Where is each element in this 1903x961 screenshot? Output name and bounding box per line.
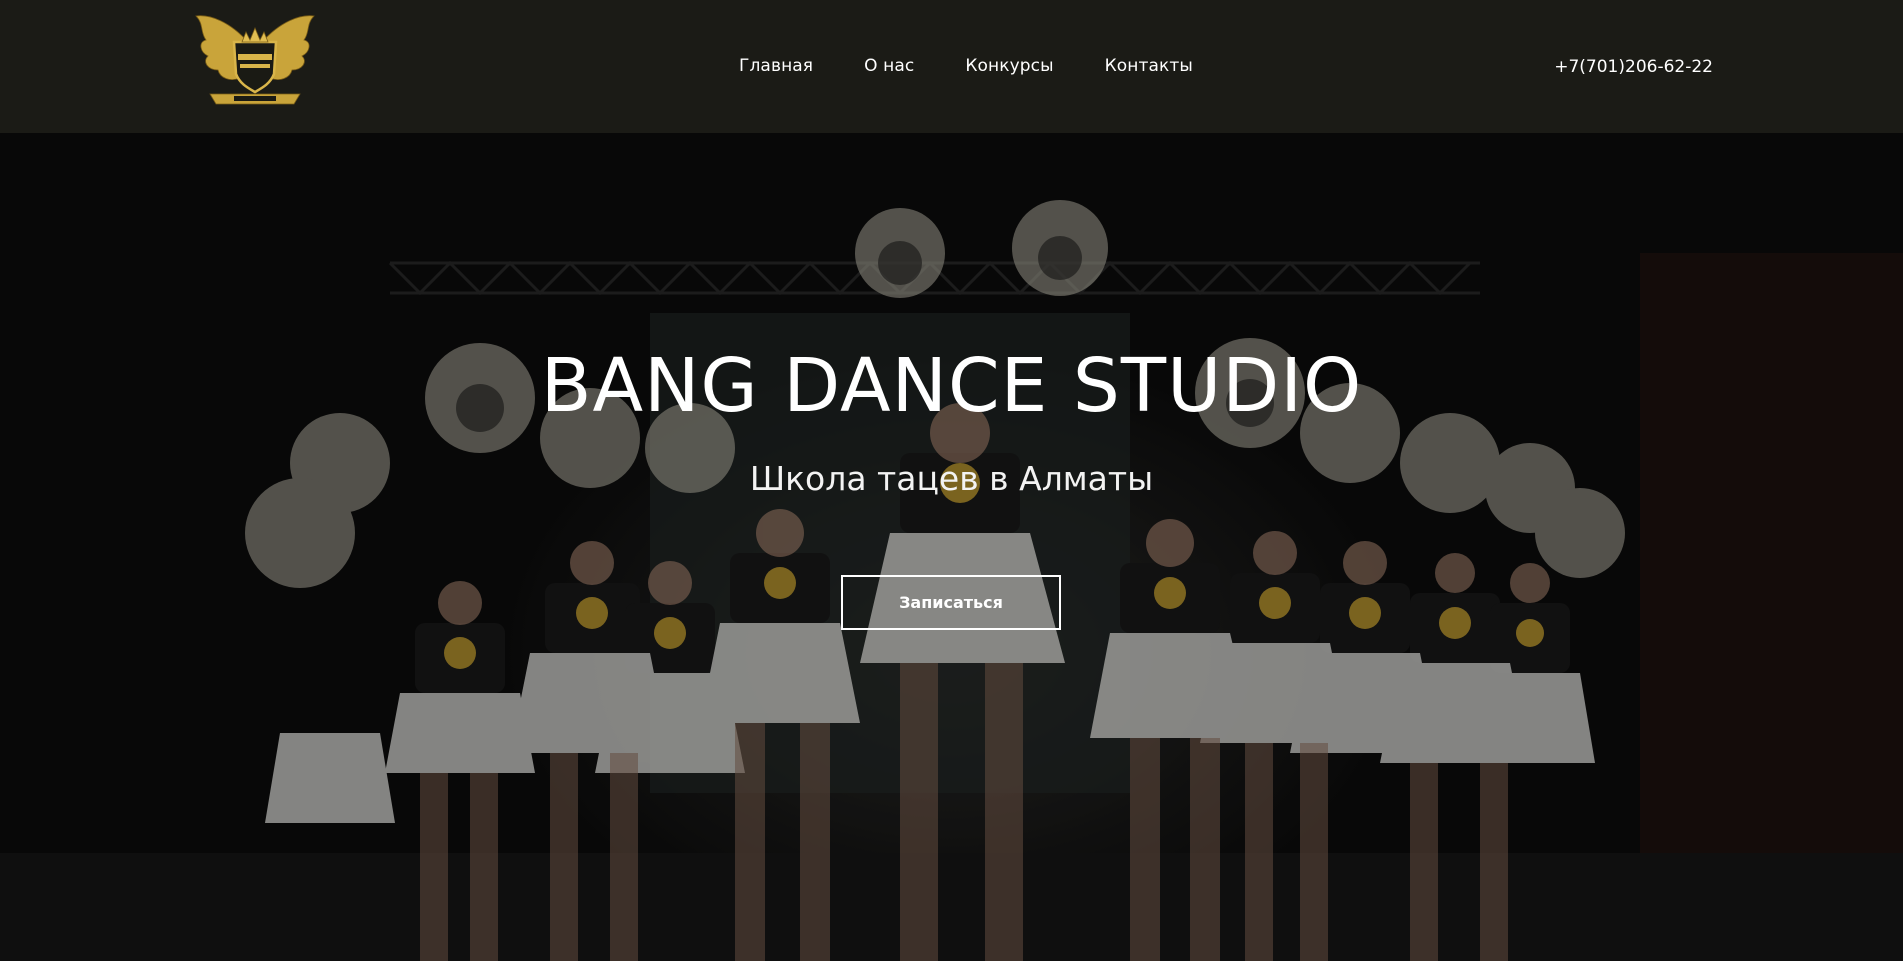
signup-button[interactable]: Записаться bbox=[841, 575, 1061, 630]
hero-dark-overlay bbox=[0, 133, 1903, 961]
main-nav: Главная О нас Конкурсы Контакты bbox=[739, 56, 1193, 76]
nav-item-contacts[interactable]: Контакты bbox=[1105, 56, 1193, 76]
nav-item-contests[interactable]: Конкурсы bbox=[965, 56, 1053, 76]
site-header: Главная О нас Конкурсы Контакты +7(701)2… bbox=[0, 0, 1903, 133]
hero-section: BANG DANCE STUDIO Школа тацев в Алматы З… bbox=[0, 133, 1903, 961]
hero-subtitle: Школа тацев в Алматы bbox=[749, 459, 1154, 498]
phone-link[interactable]: +7(701)206-62-22 bbox=[1554, 57, 1713, 77]
hero-title: BANG DANCE STUDIO bbox=[540, 343, 1363, 429]
nav-item-home[interactable]: Главная bbox=[739, 56, 813, 76]
logo-icon[interactable] bbox=[190, 12, 320, 110]
nav-item-about[interactable]: О нас bbox=[864, 56, 914, 76]
